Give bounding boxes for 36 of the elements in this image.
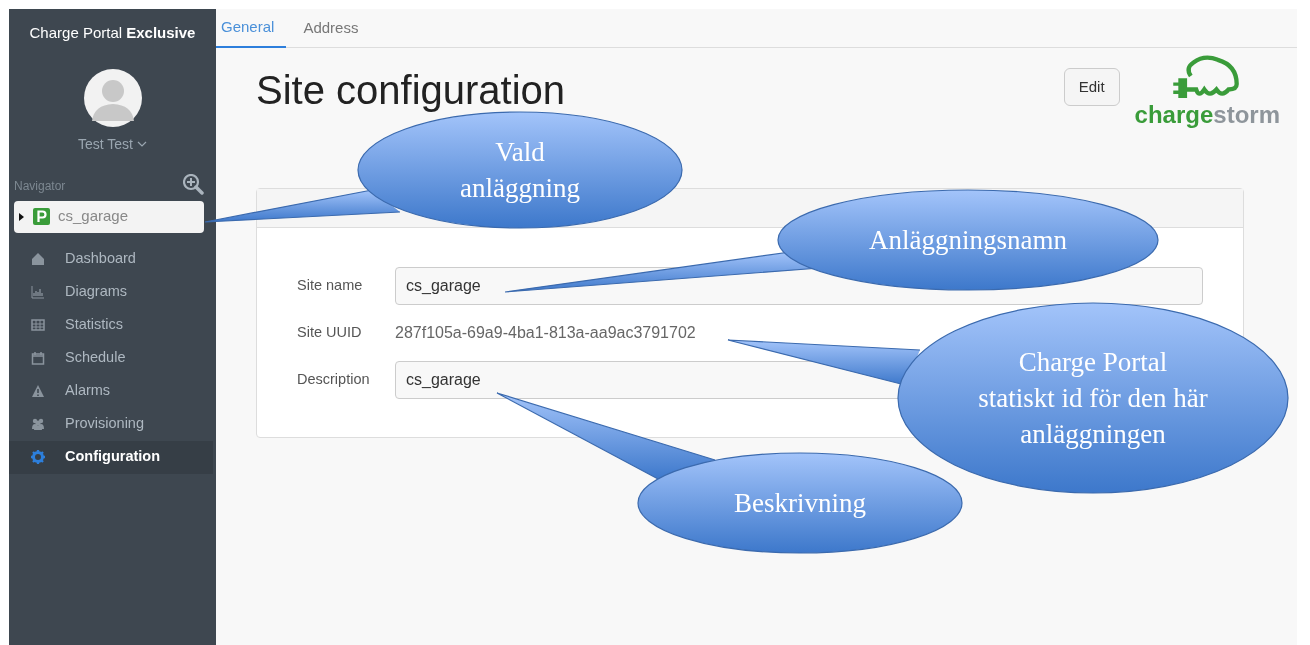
caret-icon [137,140,147,148]
tree-item[interactable]: cs_garage [14,200,204,233]
nav-item[interactable]: Diagrams [9,275,213,309]
user-menu[interactable]: Test Test [72,132,153,156]
page-title: Site configuration [256,67,567,114]
nav-item[interactable]: Schedule [9,341,213,375]
users-icon [31,417,45,431]
avatar-icon [83,68,142,127]
field-label: Description [297,370,371,390]
logo-wordmark: chargestorm [1134,100,1280,130]
home-icon [31,252,45,266]
field-label: Site name [297,276,364,296]
brand-title: Charge Portal Exclusive [28,23,197,43]
table-icon [31,318,45,332]
field-label: Site UUID [297,323,363,343]
nav-item[interactable]: Alarms [9,374,213,408]
calendar-icon [31,351,45,365]
tab[interactable]: General [216,9,287,48]
zoom-in-icon[interactable] [183,173,204,195]
settings-icon [31,450,45,464]
callout-tooltip-text: Anläggningsnamn [868,224,1068,257]
edit-button[interactable]: Edit [1063,68,1120,106]
nav-item[interactable]: Dashboard [9,242,213,276]
site-label: cs_garage [58,206,129,227]
expand-arrow-icon[interactable] [18,212,25,221]
section-label: Navigator [14,177,66,195]
field-value: 287f105a-69a9-4ba1-813a-aa9ac3791702 [395,323,696,343]
nav-item[interactable]: Configuration [9,440,213,474]
callout-tooltip-text: Beskrivning [733,487,867,520]
tab[interactable]: Address [298,9,371,48]
bar-chart-icon [31,285,45,299]
nav-item[interactable]: Provisioning [9,407,213,441]
nav-item[interactable]: Statistics [9,308,213,342]
callout-tooltip-text: Vald anläggning [459,135,581,205]
parking-icon [33,208,50,225]
warning-icon [31,384,45,398]
